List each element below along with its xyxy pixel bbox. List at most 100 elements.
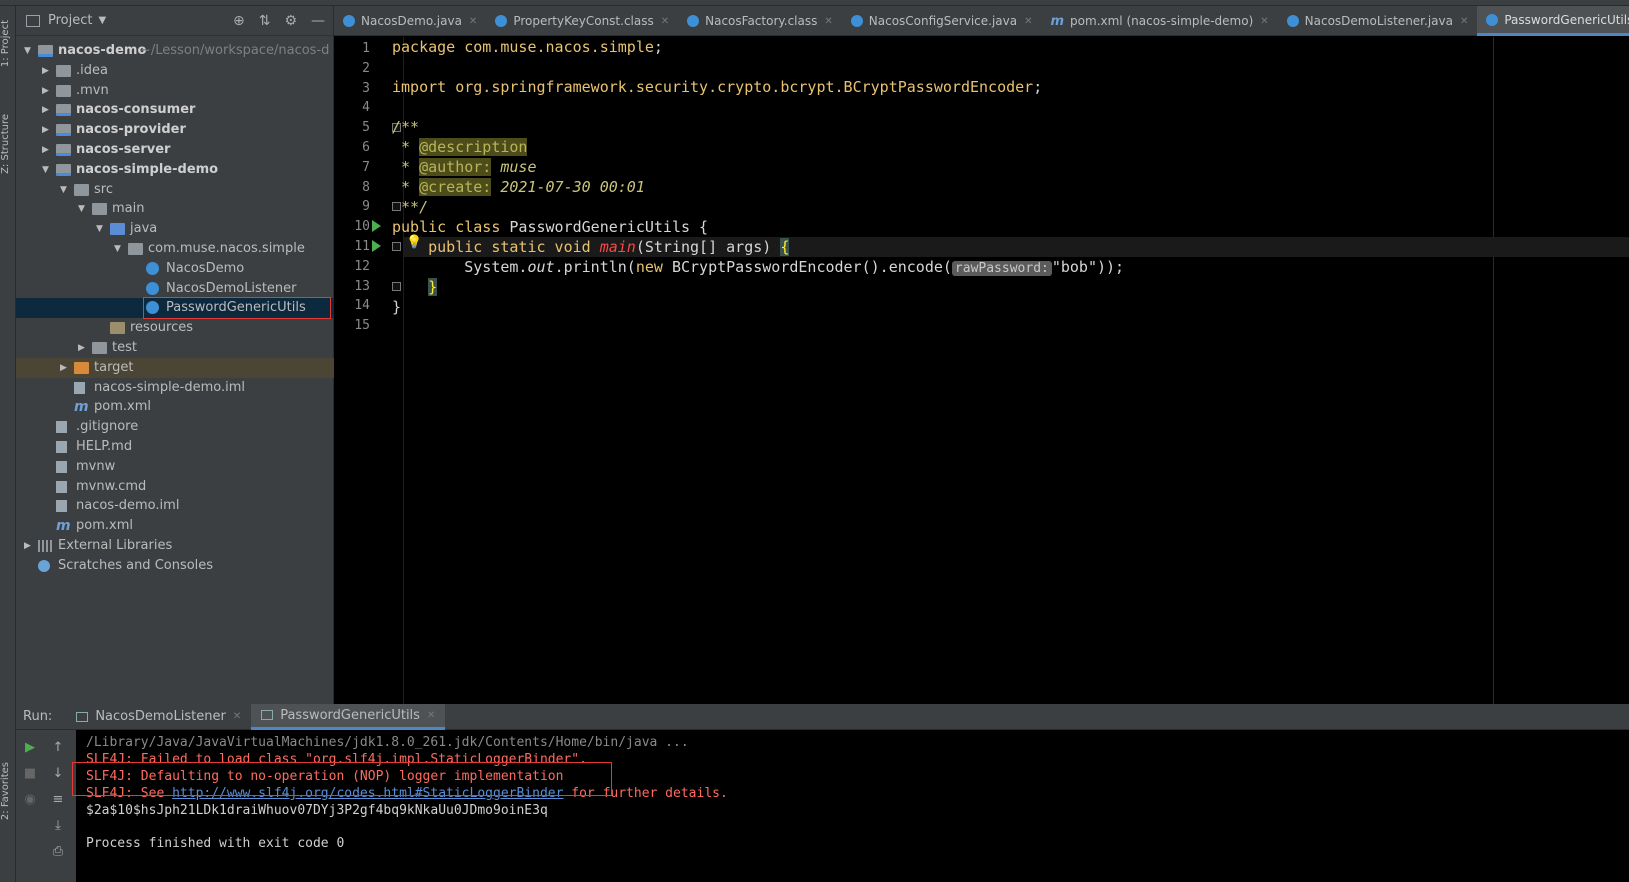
- java-class-icon: [146, 281, 159, 295]
- tree-item-label: pom.xml: [94, 399, 151, 415]
- code-line-1: package com.muse.nacos.simple;: [392, 38, 663, 56]
- chevron-right-icon[interactable]: ▶: [42, 120, 52, 140]
- java-class-icon: [146, 261, 159, 275]
- right-margin-guide: [1493, 37, 1494, 704]
- tree-item[interactable]: ▶ test: [16, 338, 334, 358]
- chevron-right-icon[interactable]: ▶: [42, 81, 52, 101]
- tree-item[interactable]: ▶ .idea: [16, 61, 334, 81]
- run-tab[interactable]: NacosDemoListener ✕: [66, 704, 251, 730]
- chevron-down-icon[interactable]: ▼: [98, 15, 106, 26]
- editor-tab-label: PasswordGenericUtils.java: [1504, 12, 1629, 27]
- run-tab[interactable]: PasswordGenericUtils ✕: [251, 703, 446, 730]
- close-icon[interactable]: ✕: [1460, 16, 1468, 27]
- tree-item-label: HELP.md: [76, 439, 133, 454]
- chevron-right-icon[interactable]: ▶: [24, 536, 34, 556]
- excluded-folder-icon: [74, 361, 89, 374]
- chevron-right-icon[interactable]: ▶: [42, 100, 52, 120]
- chevron-down-icon[interactable]: ▼: [60, 180, 70, 200]
- tree-item-label: com.muse.nacos.simple: [148, 241, 305, 256]
- run-class-icon[interactable]: [372, 220, 381, 232]
- scroll-up-icon[interactable]: ↑: [28, 740, 88, 755]
- close-icon[interactable]: ✕: [469, 16, 477, 27]
- close-icon[interactable]: ✕: [1024, 16, 1032, 27]
- hide-icon[interactable]: —: [311, 13, 325, 29]
- scratches-icon: [38, 559, 50, 572]
- locate-icon[interactable]: ⊕: [233, 13, 245, 29]
- tree-item[interactable]: HELP.md: [16, 437, 334, 457]
- editor-tab[interactable]: PasswordGenericUtils.java✕: [1477, 6, 1629, 36]
- tree-item[interactable]: ▶ target: [16, 357, 334, 378]
- line-number: 8: [362, 179, 370, 195]
- tree-item[interactable]: ▼ src: [16, 180, 334, 200]
- tree-item[interactable]: ▼ nacos-simple-demo: [16, 160, 334, 180]
- project-view-selector[interactable]: Project: [48, 13, 92, 28]
- editor-tab[interactable]: m pom.xml (nacos-simple-demo) ✕: [1042, 6, 1278, 36]
- close-icon[interactable]: ✕: [427, 710, 435, 721]
- run-tab-label: NacosDemoListener: [95, 709, 226, 724]
- chevron-right-icon[interactable]: ▶: [60, 358, 70, 378]
- chevron-right-icon[interactable]: ▶: [78, 338, 88, 358]
- structure-tool-button[interactable]: Z: Structure: [0, 114, 16, 174]
- tree-item[interactable]: ▶ External Libraries: [16, 536, 334, 556]
- code-editor[interactable]: package com.muse.nacos.simple; import or…: [392, 37, 1629, 704]
- tree-item-label: pom.xml: [76, 518, 133, 534]
- maven-icon: m: [1050, 13, 1065, 29]
- scroll-to-end-icon[interactable]: ⤓: [28, 818, 88, 833]
- code-line-7: * @author: muse: [392, 158, 537, 176]
- line-number: 14: [354, 298, 370, 314]
- editor-tab[interactable]: PropertyKeyConst.class ✕: [486, 6, 678, 36]
- tree-item[interactable]: ▼ main: [16, 199, 334, 219]
- editor-tab-label: NacosDemo.java: [361, 14, 462, 28]
- tree-item[interactable]: nacos-demo.iml: [16, 496, 334, 516]
- editor-tab[interactable]: NacosConfigService.java ✕: [842, 6, 1042, 36]
- tree-item[interactable]: Scratches and Consoles: [16, 556, 334, 576]
- chevron-down-icon[interactable]: ▼: [96, 219, 106, 239]
- tree-item-label: nacos-server: [76, 142, 171, 157]
- tree-item[interactable]: resources: [16, 318, 334, 338]
- close-icon[interactable]: ✕: [1260, 16, 1268, 27]
- tree-item-label: Scratches and Consoles: [58, 557, 214, 573]
- tree-item[interactable]: ▼ nacos-demo ~/Lesson/workspace/nacos-d: [16, 41, 334, 61]
- tree-item[interactable]: ▼ java: [16, 219, 334, 239]
- close-icon[interactable]: ✕: [233, 711, 241, 722]
- tree-item[interactable]: ▶ .mvn: [16, 81, 334, 101]
- tree-item[interactable]: ▶ nacos-provider: [16, 120, 334, 140]
- editor-tab[interactable]: NacosDemoListener.java ✕: [1278, 6, 1478, 36]
- code-line-11: public static void main(String[] args) {: [428, 238, 790, 256]
- tree-item[interactable]: PasswordGenericUtils: [16, 297, 334, 320]
- project-tool-button[interactable]: 1: Project: [0, 20, 16, 67]
- tree-item[interactable]: ▼ com.muse.nacos.simple: [16, 239, 334, 259]
- tree-item[interactable]: m pom.xml: [16, 516, 334, 536]
- tree-item[interactable]: m pom.xml: [16, 397, 334, 417]
- tree-item[interactable]: mvnw.cmd: [16, 477, 334, 497]
- chevron-right-icon[interactable]: ▶: [42, 61, 52, 81]
- close-icon[interactable]: ✕: [661, 16, 669, 27]
- chevron-right-icon[interactable]: ▶: [42, 140, 52, 160]
- line-number: 12: [354, 258, 370, 274]
- editor-tab[interactable]: NacosDemo.java ✕: [334, 6, 486, 36]
- collapse-all-icon[interactable]: ⇅: [259, 13, 271, 29]
- chevron-down-icon[interactable]: ▼: [42, 160, 52, 180]
- editor-tab[interactable]: NacosFactory.class ✕: [678, 6, 842, 36]
- editor-tab-label: NacosFactory.class: [705, 14, 818, 28]
- print-icon[interactable]: ⎙: [28, 844, 88, 859]
- code-line-10: public class PasswordGenericUtils {: [392, 218, 709, 236]
- gear-icon[interactable]: ⚙: [284, 13, 297, 29]
- chevron-down-icon[interactable]: ▼: [24, 41, 34, 61]
- lightbulb-icon[interactable]: 💡: [406, 235, 422, 250]
- tree-item[interactable]: NacosDemo: [16, 259, 334, 279]
- tree-item[interactable]: NacosDemoListener: [16, 279, 334, 299]
- code-line-13: }: [428, 278, 438, 296]
- tree-item[interactable]: nacos-simple-demo.iml: [16, 378, 334, 398]
- chevron-down-icon[interactable]: ▼: [78, 199, 88, 219]
- line-number: 11: [354, 239, 370, 254]
- tree-item[interactable]: ▶ nacos-server: [16, 140, 334, 160]
- run-main-icon[interactable]: [372, 240, 381, 252]
- close-icon[interactable]: ✕: [824, 16, 832, 27]
- line-number: 13: [354, 278, 370, 294]
- folder-icon: [92, 203, 107, 216]
- tree-item[interactable]: ▶ nacos-consumer: [16, 100, 334, 120]
- tree-item[interactable]: mvnw: [16, 457, 334, 477]
- chevron-down-icon[interactable]: ▼: [114, 239, 124, 259]
- tree-item[interactable]: .gitignore: [16, 417, 334, 437]
